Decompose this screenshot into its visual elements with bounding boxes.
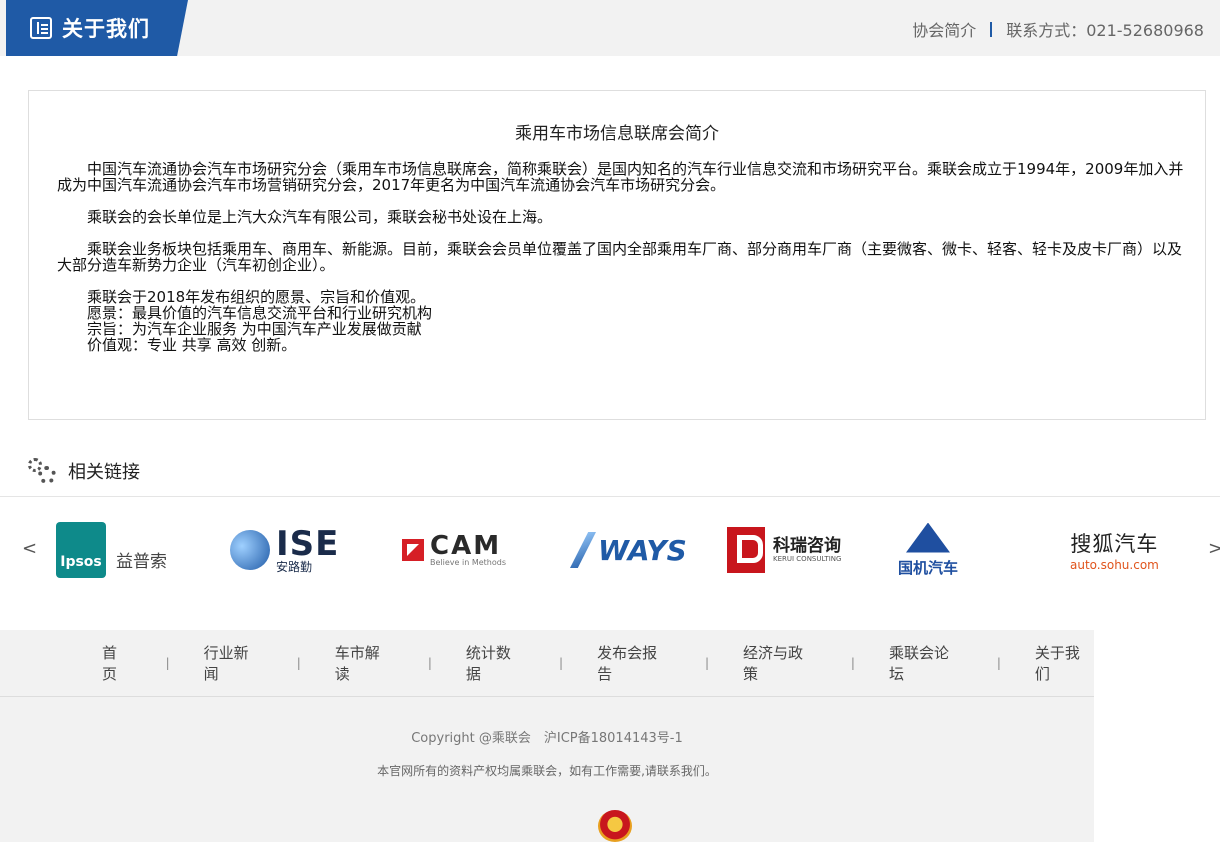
sohu-url: auto.sohu.com xyxy=(1070,558,1159,572)
related-links-header: 相关链接 xyxy=(28,456,140,486)
ways-swoosh-icon xyxy=(570,532,596,568)
ise-globe-icon xyxy=(230,530,270,570)
footer: 首页 | 行业新闻 | 车市解读 | 统计数据 | 发布会报告 | 经济与政策 … xyxy=(0,630,1094,842)
mission-line: 乘联会于2018年发布组织的愿景、宗旨和价值观。 xyxy=(87,288,426,306)
footer-separator: | xyxy=(996,656,1001,670)
footer-link-economy-policy[interactable]: 经济与政策 xyxy=(743,642,817,684)
partner-logo-cam[interactable]: CAM Believe in Methods xyxy=(402,515,506,585)
cam-mark-icon xyxy=(402,539,424,561)
footer-separator: | xyxy=(704,656,710,670)
ways-name: WAYS xyxy=(598,533,687,567)
related-links-title: 相关链接 xyxy=(68,462,140,483)
mission-line: 愿景：最具价值的汽车信息交流平台和行业研究机构 xyxy=(87,304,433,322)
cam-name: CAM xyxy=(430,531,502,561)
footer-separator: | xyxy=(165,656,170,670)
ipsos-mark: Ipsos xyxy=(56,522,106,578)
partner-logo-guoji[interactable]: 国机汽车 xyxy=(898,515,958,585)
intro-paragraph: 乘联会的会长单位是上汽大众汽车有限公司，乘联会秘书处设在上海。 xyxy=(87,208,553,226)
mission-lines: 乘联会于2018年发布组织的愿景、宗旨和价值观。 愿景：最具价值的汽车信息交流平… xyxy=(57,289,1189,353)
footer-nav: 首页 | 行业新闻 | 车市解读 | 统计数据 | 发布会报告 | 经济与政策 … xyxy=(0,630,1094,696)
intro-paragraph: 乘联会业务板块包括乘用车、商用车、新能源。目前，乘联会会员单位覆盖了国内全部乘用… xyxy=(57,240,1183,274)
kerui-mark-icon xyxy=(727,527,765,573)
footer-link-forum[interactable]: 乘联会论坛 xyxy=(889,642,963,684)
footer-link-about-us[interactable]: 关于我们 xyxy=(1035,642,1094,684)
footer-link-home[interactable]: 首页 xyxy=(102,642,132,684)
header-nav: 协会简介 联系方式：021-52680968 xyxy=(912,17,1204,41)
copyright-text: Copyright @乘联会 沪ICP备18014143号-1 xyxy=(411,731,683,746)
footer-separator: | xyxy=(850,656,855,670)
partner-logo-sohu[interactable]: 搜狐汽车 auto.sohu.com xyxy=(1070,515,1159,585)
top-bar: 关于我们 协会简介 联系方式：021-52680968 xyxy=(0,0,1220,56)
sohu-name: 搜狐汽车 xyxy=(1070,532,1159,556)
about-us-tab[interactable]: 关于我们 xyxy=(6,0,188,56)
footer-separator: | xyxy=(296,656,301,670)
header-separator xyxy=(990,21,993,37)
contact-info: 联系方式：021-52680968 xyxy=(1006,21,1204,40)
ise-subname: 安路勤 xyxy=(276,560,313,574)
kerui-name: 科瑞咨询 xyxy=(773,535,841,556)
footer-link-statistics[interactable]: 统计数据 xyxy=(466,642,525,684)
carousel-next-button[interactable]: > xyxy=(1208,538,1220,559)
links-divider xyxy=(0,496,1220,497)
guoji-mountain-icon xyxy=(906,522,950,553)
police-badge-icon[interactable] xyxy=(598,810,632,842)
partner-carousel: < Ipsos 益普索 ISE 安路勤 CAM Believe in Metho… xyxy=(0,505,1220,595)
partner-logo-kerui[interactable]: 科瑞咨询 KERUI CONSULTING xyxy=(727,515,841,585)
tab-title: 关于我们 xyxy=(62,17,150,41)
association-intro-link[interactable]: 协会简介 xyxy=(912,17,976,41)
ise-name: ISE xyxy=(276,524,340,564)
partner-logo-ipsos[interactable]: Ipsos 益普索 xyxy=(56,515,167,585)
rights-notice: 本官网所有的资料产权均属乘联会，如有工作需要,请联系我们。 xyxy=(377,764,717,778)
footer-link-industry-news[interactable]: 行业新闻 xyxy=(204,642,263,684)
partner-logo-ways[interactable]: WAYS xyxy=(570,515,687,585)
footer-link-press-reports[interactable]: 发布会报告 xyxy=(597,642,671,684)
kerui-subname: KERUI CONSULTING xyxy=(773,554,842,563)
book-icon xyxy=(30,17,52,39)
mission-line: 价值观：专业 共享 高效 创新。 xyxy=(87,336,297,354)
partner-logo-ise[interactable]: ISE 安路勤 xyxy=(230,515,339,585)
gears-icon xyxy=(28,456,58,486)
carousel-prev-button[interactable]: < xyxy=(22,538,37,559)
intro-panel: 乘用车市场信息联席会简介 中国汽车流通协会汽车市场研究分会（乘用车市场信息联席会… xyxy=(28,90,1206,420)
footer-link-market-analysis[interactable]: 车市解读 xyxy=(335,642,394,684)
cam-tagline: Believe in Methods xyxy=(430,558,506,567)
mission-line: 宗旨：为汽车企业服务 为中国汽车产业发展做贡献 xyxy=(87,320,422,338)
intro-title: 乘用车市场信息联席会简介 xyxy=(515,124,719,144)
guoji-name: 国机汽车 xyxy=(898,558,959,577)
intro-body: 中国汽车流通协会汽车市场研究分会（乘用车市场信息联席会，简称乘联会）是国内知名的… xyxy=(57,161,1189,353)
footer-divider xyxy=(0,696,1094,697)
ipsos-label: 益普索 xyxy=(116,551,167,572)
intro-paragraph: 中国汽车流通协会汽车市场研究分会（乘用车市场信息联席会，简称乘联会）是国内知名的… xyxy=(57,160,1184,194)
footer-separator: | xyxy=(559,656,564,670)
footer-separator: | xyxy=(427,656,432,670)
